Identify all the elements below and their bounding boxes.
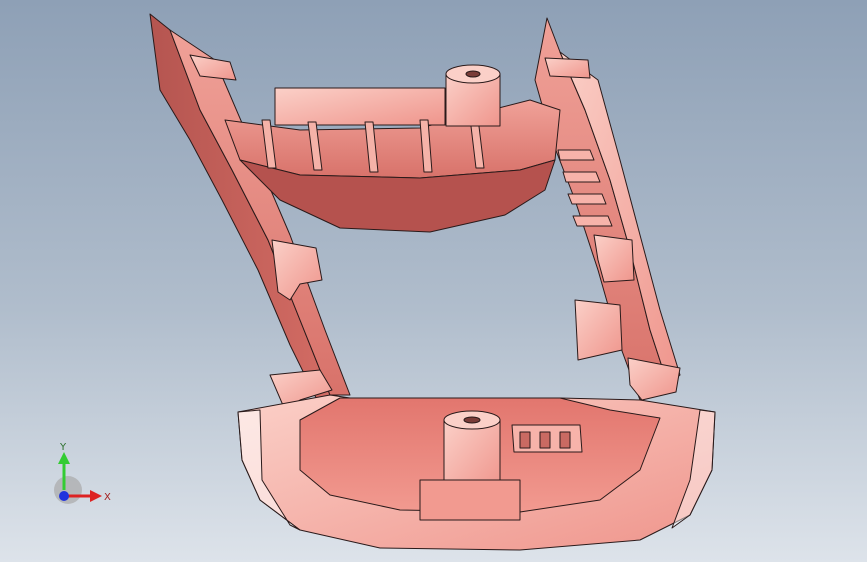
- orientation-triad[interactable]: Y X: [48, 440, 118, 510]
- 3d-model-view[interactable]: [0, 0, 867, 562]
- triad-origin-shadow: [54, 476, 82, 504]
- y-axis-arrow: [58, 452, 70, 464]
- part-body[interactable]: [149, 13, 716, 551]
- left-wall: [149, 13, 331, 411]
- rear-boss: [445, 64, 501, 127]
- rear-lip: [274, 87, 446, 126]
- connector-block: [511, 424, 583, 453]
- x-axis-label: X: [104, 492, 111, 503]
- top-right-clip: [544, 57, 591, 79]
- graphics-viewport[interactable]: Y X: [0, 0, 867, 562]
- x-axis-arrow: [90, 490, 102, 502]
- right-lower-panel: [574, 299, 623, 361]
- y-axis-label: Y: [59, 442, 67, 453]
- z-axis-dot: [59, 491, 69, 501]
